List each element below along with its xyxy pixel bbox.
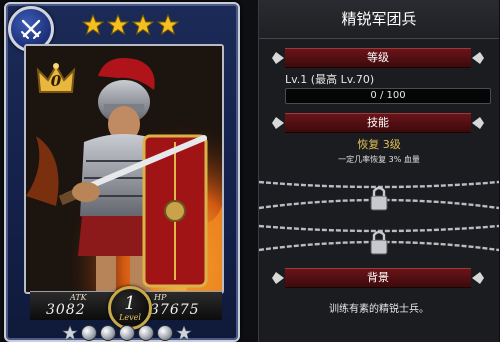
atk-label: ATK — [70, 293, 87, 302]
bio-text: 训练有素的精锐士兵。 — [329, 304, 429, 315]
silver-star-icon — [62, 325, 78, 341]
star-icon — [132, 14, 154, 36]
ornament-icon — [472, 117, 484, 129]
star-rating — [82, 14, 179, 36]
silver-star-icon — [176, 325, 192, 341]
level-text: Lv.1 (最高 Lv.70) — [285, 73, 375, 86]
evolution-orbs — [62, 325, 192, 341]
ornament-icon — [272, 272, 284, 284]
ornament-icon — [272, 117, 284, 129]
padlock-icon — [370, 186, 388, 211]
ornament-icon — [472, 272, 484, 284]
star-icon — [82, 14, 104, 36]
evolution-orb — [138, 325, 154, 341]
level-section-header: 等级 — [272, 48, 484, 68]
level-section-title: 等级 — [367, 51, 389, 64]
skill-section-title: 技能 — [367, 116, 389, 129]
padlock-icon — [370, 230, 388, 255]
evolution-orb — [81, 325, 97, 341]
skill-section-header: 技能 — [272, 113, 484, 133]
ornament-icon — [472, 52, 484, 64]
unit-info-panel: 精锐军团兵 等级 Lv.1 (最高 Lv.70) 0 / 100 技能 恢复 3… — [258, 0, 499, 342]
bio-section-title: 背景 — [367, 271, 389, 284]
exp-bar: 0 / 100 — [285, 88, 491, 104]
skill-name: 恢复 3级 — [357, 138, 401, 151]
rank-value: 0 — [50, 72, 62, 90]
bio-section-header: 背景 — [272, 268, 484, 288]
crossed-swords-icon — [21, 19, 41, 39]
unit-name-title: 精锐军团兵 — [259, 0, 499, 39]
level-value: 1 — [124, 293, 136, 314]
hp-label: HP — [154, 293, 167, 302]
ornament-icon — [272, 52, 284, 64]
evolution-orb — [157, 325, 173, 341]
evolution-orb — [119, 325, 135, 341]
level-medal: 1 Level — [108, 286, 152, 330]
locked-skill-chains — [259, 180, 499, 255]
star-icon — [107, 14, 129, 36]
unit-card[interactable]: 0 ATK 3082 HP 37675 1 Level — [4, 2, 240, 342]
exp-text: 0 / 100 — [370, 90, 406, 101]
skill-description: 一定几率恢复 3% 血量 — [338, 155, 420, 164]
star-icon — [157, 14, 179, 36]
level-word: Level — [119, 313, 141, 322]
evolution-orb — [100, 325, 116, 341]
hp-value: 37675 — [150, 302, 200, 318]
atk-value: 3082 — [46, 302, 86, 318]
